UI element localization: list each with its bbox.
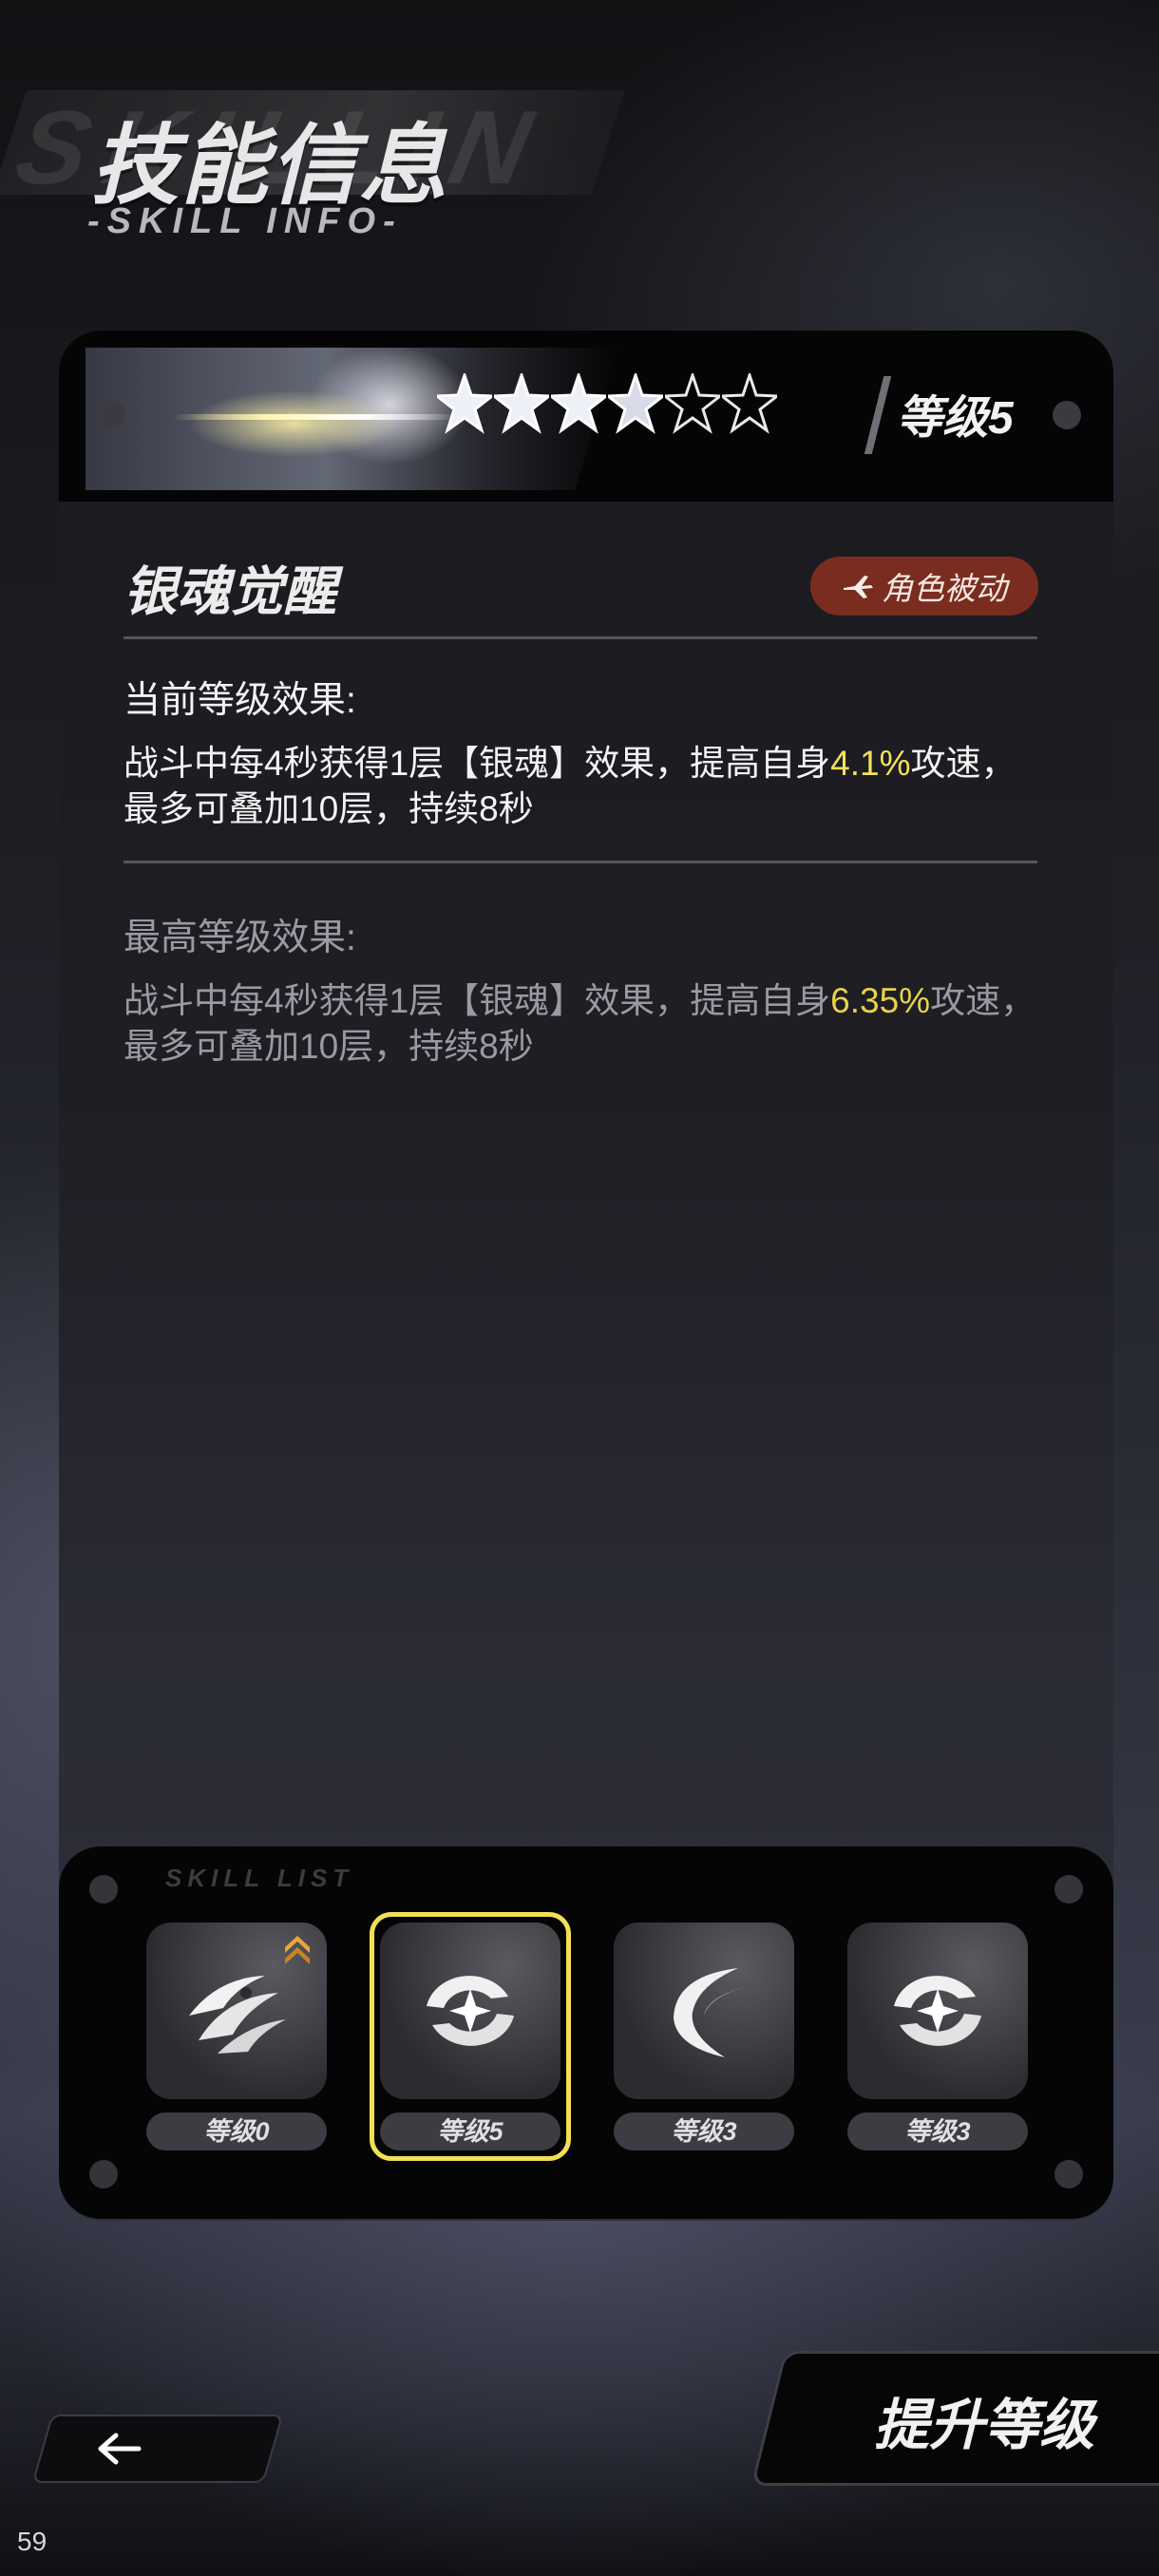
skill-slot-level: 等级3: [614, 2112, 794, 2150]
level-divider: [864, 376, 892, 454]
fps-counter: 59: [17, 2527, 48, 2556]
claw-slash-icon: [189, 1976, 286, 2054]
max-effect-title: 最高等级效果:: [124, 918, 356, 958]
crescent-blade-icon: [674, 1968, 746, 2057]
star-empty-icon: [722, 373, 777, 434]
divider: [124, 861, 1037, 863]
star-filled-icon: [608, 373, 663, 434]
panel-rivet: [1054, 1875, 1083, 1904]
current-effect-title: 当前等级效果:: [124, 680, 356, 721]
skill-name: 银魂觉醒: [124, 561, 336, 621]
skill-level-label: 等级5: [897, 393, 1014, 444]
header-rivet: [97, 401, 125, 429]
divider: [124, 636, 1037, 639]
upgrade-level-label[interactable]: 提升等级: [874, 2380, 1094, 2460]
upgrade-available-icon: [285, 1936, 310, 1964]
panel-rivet: [1054, 2160, 1083, 2188]
arrow-left-icon: [98, 2433, 142, 2465]
star-filled-icon: [551, 373, 606, 434]
skill-slot-icon: [614, 1923, 794, 2099]
skill-list-tag: SKILL LIST: [165, 1864, 354, 1892]
skill-type-label: 角色被动: [882, 571, 1007, 606]
skill-slot-1[interactable]: 等级0: [146, 1923, 327, 2150]
skill-slot-2[interactable]: 等级5: [370, 1912, 571, 2161]
star-filled-icon: [437, 373, 492, 434]
current-effect-text: 战斗中每4秒获得1层【银魂】效果，提高自身4.1%攻速，最多可叠加10层，持续8…: [124, 741, 1037, 832]
skill-slot-3[interactable]: 等级3: [614, 1923, 794, 2150]
skill-slot-icon: [380, 1923, 560, 2099]
skill-card-header: 等级5: [59, 331, 1113, 502]
panel-rivet: [89, 1875, 118, 1904]
crosshair-star-icon: [427, 1976, 514, 2046]
star-rating: [437, 373, 777, 434]
skill-type-badge: 角色被动: [810, 557, 1038, 616]
back-button[interactable]: [31, 2415, 284, 2483]
skill-slot-level: 等级0: [146, 2112, 327, 2150]
page-subtitle: -SKILL INFO-: [87, 201, 403, 241]
skill-info-screen: SKILLIN 技能信息 -SKILL INFO- 等级5 银魂觉醒 角色被动 …: [0, 0, 1159, 2576]
crosshair-star-icon: [894, 1976, 981, 2046]
skill-slot-4[interactable]: 等级3: [847, 1923, 1028, 2150]
skill-slot-level: 等级5: [380, 2112, 560, 2150]
plane-icon: [844, 576, 873, 598]
panel-rivet: [89, 2160, 118, 2188]
current-effect-value: 4.1%: [830, 744, 911, 783]
skill-list-panel: SKILL LIST 等级0 等级5 等级3 等级3: [59, 1847, 1113, 2219]
current-effect-text-part: 战斗中每4秒获得1层【银魂】效果，提高自身: [124, 744, 831, 783]
star-empty-icon: [665, 373, 720, 434]
star-filled-icon: [494, 373, 549, 434]
skill-slot-level: 等级3: [847, 2112, 1028, 2150]
max-effect-text: 战斗中每4秒获得1层【银魂】效果，提高自身6.35%攻速，最多可叠加10层，持续…: [124, 978, 1037, 1070]
header-rivet: [1053, 401, 1081, 429]
skill-slot-icon: [847, 1923, 1028, 2099]
portrait-light-streak: [173, 414, 458, 420]
max-effect-value: 6.35%: [830, 981, 931, 1020]
max-effect-text-part: 战斗中每4秒获得1层【银魂】效果，提高自身: [124, 981, 831, 1020]
